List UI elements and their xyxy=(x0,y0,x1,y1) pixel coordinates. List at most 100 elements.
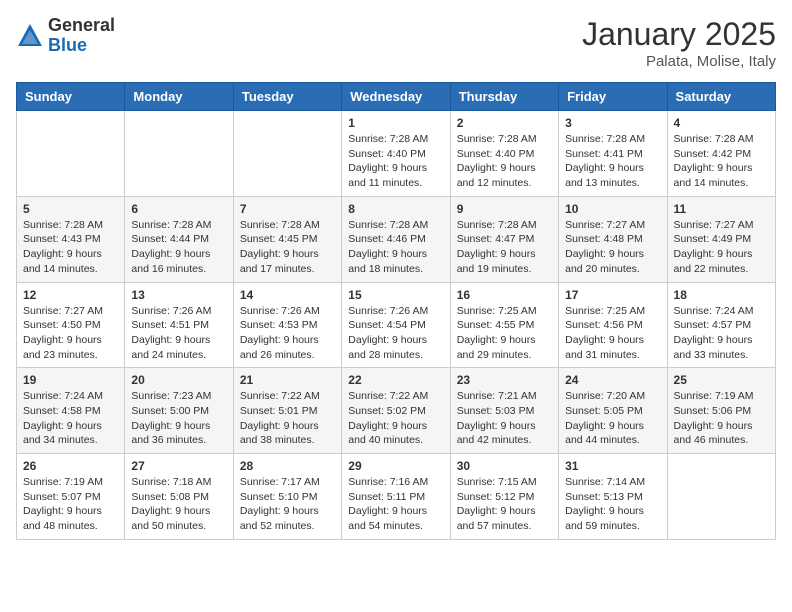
calendar-cell xyxy=(17,111,125,197)
calendar-cell: 2 Sunrise: 7:28 AM Sunset: 4:40 PM Daylig… xyxy=(450,111,558,197)
calendar-cell: 20 Sunrise: 7:23 AM Sunset: 5:00 PM Dayli… xyxy=(125,368,233,454)
day-number: 7 xyxy=(240,202,335,216)
week-row-3: 12 Sunrise: 7:27 AM Sunset: 4:50 PM Dayli… xyxy=(17,282,776,368)
day-number: 8 xyxy=(348,202,443,216)
calendar-cell: 12 Sunrise: 7:27 AM Sunset: 4:50 PM Dayli… xyxy=(17,282,125,368)
day-info: Sunrise: 7:14 AM Sunset: 5:13 PM Dayligh… xyxy=(565,475,660,534)
calendar-cell: 13 Sunrise: 7:26 AM Sunset: 4:51 PM Dayli… xyxy=(125,282,233,368)
column-header-sunday: Sunday xyxy=(17,83,125,111)
calendar-cell: 24Sunrise: 7:20 AM Sunset: 5:05 PM Dayli… xyxy=(559,368,667,454)
calendar-cell: 22Sunrise: 7:22 AM Sunset: 5:02 PM Dayli… xyxy=(342,368,450,454)
day-number: 10 xyxy=(565,202,660,216)
day-number: 21 xyxy=(240,373,335,387)
day-number: 14 xyxy=(240,288,335,302)
day-number: 2 xyxy=(457,116,552,130)
day-number: 6 xyxy=(131,202,226,216)
calendar-cell: 23 Sunrise: 7:21 AM Sunset: 5:03 PM Dayli… xyxy=(450,368,558,454)
day-number: 9 xyxy=(457,202,552,216)
day-number: 13 xyxy=(131,288,226,302)
calendar-cell: 26Sunrise: 7:19 AM Sunset: 5:07 PM Dayli… xyxy=(17,454,125,540)
day-number: 28 xyxy=(240,459,335,473)
calendar-cell: 25Sunrise: 7:19 AM Sunset: 5:06 PM Dayli… xyxy=(667,368,775,454)
column-header-thursday: Thursday xyxy=(450,83,558,111)
calendar-cell: 6 Sunrise: 7:28 AM Sunset: 4:44 PM Daylig… xyxy=(125,196,233,282)
day-info: Sunrise: 7:20 AM Sunset: 5:05 PM Dayligh… xyxy=(565,389,660,448)
calendar-header-row: SundayMondayTuesdayWednesdayThursdayFrid… xyxy=(17,83,776,111)
day-info: Sunrise: 7:28 AM Sunset: 4:46 PM Dayligh… xyxy=(348,218,443,277)
day-number: 20 xyxy=(131,373,226,387)
column-header-tuesday: Tuesday xyxy=(233,83,341,111)
day-number: 4 xyxy=(674,116,769,130)
day-number: 16 xyxy=(457,288,552,302)
day-info: Sunrise: 7:24 AM Sunset: 4:58 PM Dayligh… xyxy=(23,389,118,448)
calendar-table: SundayMondayTuesdayWednesdayThursdayFrid… xyxy=(16,82,776,540)
day-number: 31 xyxy=(565,459,660,473)
day-info: Sunrise: 7:25 AM Sunset: 4:55 PM Dayligh… xyxy=(457,304,552,363)
day-number: 3 xyxy=(565,116,660,130)
calendar-cell: 14 Sunrise: 7:26 AM Sunset: 4:53 PM Dayli… xyxy=(233,282,341,368)
day-info: Sunrise: 7:27 AM Sunset: 4:49 PM Dayligh… xyxy=(674,218,769,277)
day-info: Sunrise: 7:15 AM Sunset: 5:12 PM Dayligh… xyxy=(457,475,552,534)
day-number: 19 xyxy=(23,373,118,387)
calendar-cell: 5 Sunrise: 7:28 AM Sunset: 4:43 PM Daylig… xyxy=(17,196,125,282)
day-number: 23 xyxy=(457,373,552,387)
calendar-cell xyxy=(233,111,341,197)
day-info: Sunrise: 7:28 AM Sunset: 4:40 PM Dayligh… xyxy=(457,132,552,191)
calendar-cell: 1Sunrise: 7:28 AM Sunset: 4:40 PM Daylig… xyxy=(342,111,450,197)
day-info: Sunrise: 7:28 AM Sunset: 4:43 PM Dayligh… xyxy=(23,218,118,277)
week-row-4: 19 Sunrise: 7:24 AM Sunset: 4:58 PM Dayli… xyxy=(17,368,776,454)
day-number: 22 xyxy=(348,373,443,387)
day-info: Sunrise: 7:25 AM Sunset: 4:56 PM Dayligh… xyxy=(565,304,660,363)
day-number: 5 xyxy=(23,202,118,216)
day-info: Sunrise: 7:23 AM Sunset: 5:00 PM Dayligh… xyxy=(131,389,226,448)
day-info: Sunrise: 7:28 AM Sunset: 4:44 PM Dayligh… xyxy=(131,218,226,277)
day-info: Sunrise: 7:21 AM Sunset: 5:03 PM Dayligh… xyxy=(457,389,552,448)
day-info: Sunrise: 7:27 AM Sunset: 4:48 PM Dayligh… xyxy=(565,218,660,277)
day-number: 1 xyxy=(348,116,443,130)
calendar-cell: 19 Sunrise: 7:24 AM Sunset: 4:58 PM Dayli… xyxy=(17,368,125,454)
day-number: 30 xyxy=(457,459,552,473)
day-info: Sunrise: 7:28 AM Sunset: 4:47 PM Dayligh… xyxy=(457,218,552,277)
calendar-cell: 9 Sunrise: 7:28 AM Sunset: 4:47 PM Daylig… xyxy=(450,196,558,282)
column-header-wednesday: Wednesday xyxy=(342,83,450,111)
calendar-cell xyxy=(125,111,233,197)
day-info: Sunrise: 7:19 AM Sunset: 5:06 PM Dayligh… xyxy=(674,389,769,448)
day-info: Sunrise: 7:18 AM Sunset: 5:08 PM Dayligh… xyxy=(131,475,226,534)
day-number: 17 xyxy=(565,288,660,302)
calendar-cell: 21Sunrise: 7:22 AM Sunset: 5:01 PM Dayli… xyxy=(233,368,341,454)
day-info: Sunrise: 7:24 AM Sunset: 4:57 PM Dayligh… xyxy=(674,304,769,363)
week-row-2: 5 Sunrise: 7:28 AM Sunset: 4:43 PM Daylig… xyxy=(17,196,776,282)
calendar-cell: 27Sunrise: 7:18 AM Sunset: 5:08 PM Dayli… xyxy=(125,454,233,540)
page-header: General Blue January 2025 Palata, Molise… xyxy=(16,16,776,70)
logo: General Blue xyxy=(16,16,115,56)
logo-blue-text: Blue xyxy=(48,36,115,56)
day-info: Sunrise: 7:26 AM Sunset: 4:53 PM Dayligh… xyxy=(240,304,335,363)
day-info: Sunrise: 7:28 AM Sunset: 4:42 PM Dayligh… xyxy=(674,132,769,191)
calendar-cell: 28 Sunrise: 7:17 AM Sunset: 5:10 PM Dayli… xyxy=(233,454,341,540)
calendar-cell: 11 Sunrise: 7:27 AM Sunset: 4:49 PM Dayli… xyxy=(667,196,775,282)
day-number: 26 xyxy=(23,459,118,473)
week-row-1: 1 Sunrise: 7:28 AM Sunset: 4:40 PM Daylig… xyxy=(17,111,776,197)
calendar-cell: 18Sunrise: 7:24 AM Sunset: 4:57 PM Dayli… xyxy=(667,282,775,368)
week-row-5: 26Sunrise: 7:19 AM Sunset: 5:07 PM Dayli… xyxy=(17,454,776,540)
day-info: Sunrise: 7:17 AM Sunset: 5:10 PM Dayligh… xyxy=(240,475,335,534)
calendar-cell: 17 Sunrise: 7:25 AM Sunset: 4:56 PM Dayli… xyxy=(559,282,667,368)
calendar-cell: 10 Sunrise: 7:27 AM Sunset: 4:48 PM Dayli… xyxy=(559,196,667,282)
month-title: January 2025 xyxy=(582,16,776,53)
day-info: Sunrise: 7:27 AM Sunset: 4:50 PM Dayligh… xyxy=(23,304,118,363)
calendar-cell: 4 Sunrise: 7:28 AM Sunset: 4:42 PM Daylig… xyxy=(667,111,775,197)
calendar-cell: 31 Sunrise: 7:14 AM Sunset: 5:13 PM Dayli… xyxy=(559,454,667,540)
logo-text: General Blue xyxy=(48,16,115,56)
day-info: Sunrise: 7:26 AM Sunset: 4:51 PM Dayligh… xyxy=(131,304,226,363)
day-number: 12 xyxy=(23,288,118,302)
calendar-cell: 30 Sunrise: 7:15 AM Sunset: 5:12 PM Dayli… xyxy=(450,454,558,540)
calendar-cell: 16 Sunrise: 7:25 AM Sunset: 4:55 PM Dayli… xyxy=(450,282,558,368)
day-info: Sunrise: 7:28 AM Sunset: 4:45 PM Dayligh… xyxy=(240,218,335,277)
day-info: Sunrise: 7:28 AM Sunset: 4:41 PM Dayligh… xyxy=(565,132,660,191)
day-number: 15 xyxy=(348,288,443,302)
day-number: 11 xyxy=(674,202,769,216)
title-block: January 2025 Palata, Molise, Italy xyxy=(582,16,776,70)
calendar-cell xyxy=(667,454,775,540)
calendar-cell: 8 Sunrise: 7:28 AM Sunset: 4:46 PM Daylig… xyxy=(342,196,450,282)
day-number: 29 xyxy=(348,459,443,473)
